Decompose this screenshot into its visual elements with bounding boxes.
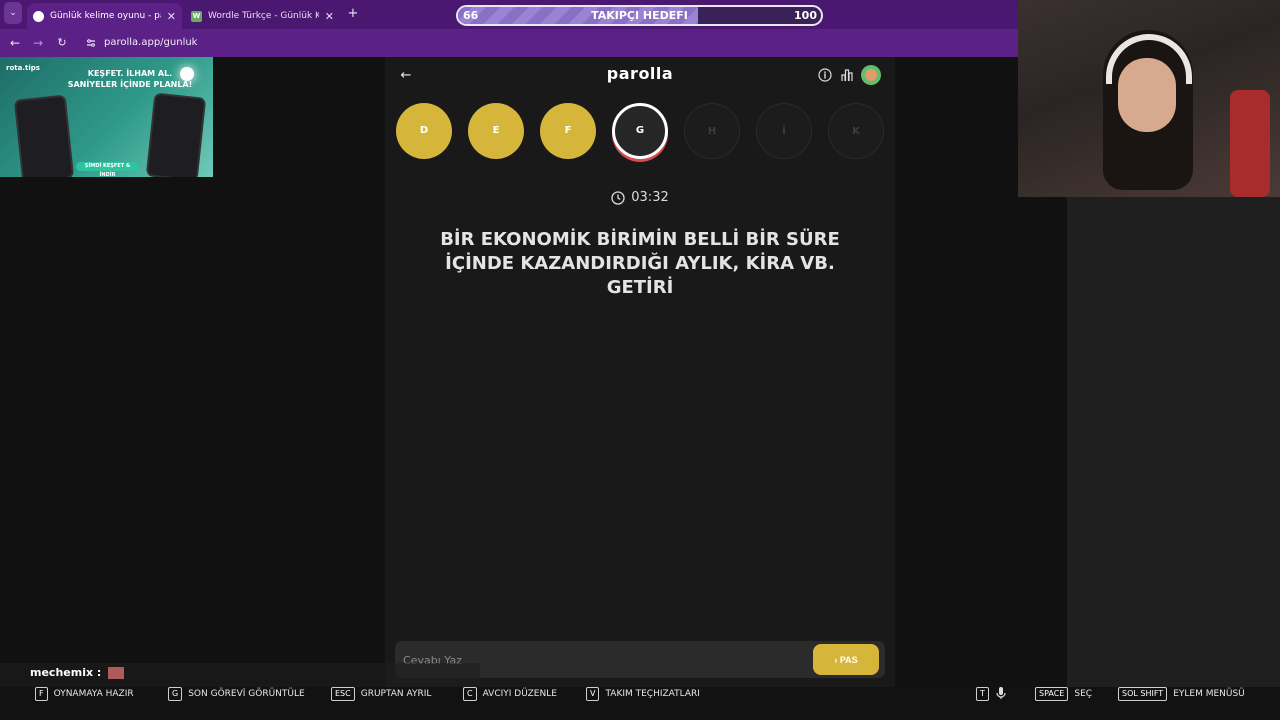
forward-icon[interactable]: → bbox=[29, 29, 47, 57]
key-label: SEÇ bbox=[1074, 689, 1093, 699]
microphone-icon bbox=[995, 686, 1007, 703]
letter-circle-e: E bbox=[468, 103, 524, 159]
new-tab-button[interactable]: + bbox=[344, 0, 362, 28]
keybind-c: C AVCIYI DÜZENLE bbox=[463, 687, 557, 701]
glow-decoration bbox=[180, 67, 194, 81]
key-cap: G bbox=[168, 687, 183, 701]
keybind-esc: ESC GRUPTAN AYRIL bbox=[331, 687, 431, 701]
key-label: AVCIYI DÜZENLE bbox=[482, 689, 557, 699]
pass-button[interactable]: › PAS bbox=[813, 644, 879, 675]
parolla-favicon-icon bbox=[33, 10, 44, 22]
wordle-favicon-icon: W bbox=[191, 10, 202, 22]
key-label: TAKIM TEÇHIZATLARI bbox=[605, 689, 700, 699]
key-cap: V bbox=[586, 687, 600, 701]
letter-circle-f: F bbox=[540, 103, 596, 159]
webcam-feed bbox=[1018, 0, 1280, 197]
back-icon[interactable]: ← bbox=[6, 29, 24, 57]
follower-goal-bar: 66 TAKIPÇI HEDEFI 100 bbox=[456, 5, 823, 26]
key-label: GRUPTAN AYRIL bbox=[360, 689, 432, 699]
stats-icon[interactable] bbox=[840, 68, 854, 82]
tab-wordle[interactable]: W Wordle Türkçe - Günlük Kelime ✕ bbox=[185, 3, 340, 29]
tab-parolla[interactable]: Günlük kelime oyunu - parolla ✕ bbox=[27, 3, 182, 29]
chevron-right-icon: › bbox=[834, 655, 838, 665]
emote-icon bbox=[108, 667, 125, 679]
keybind-t: T bbox=[976, 686, 1007, 703]
close-tab-icon[interactable]: ✕ bbox=[167, 10, 176, 23]
key-cap: SOL SHIFT bbox=[1118, 687, 1168, 701]
url-field[interactable]: parolla.app/gunluk bbox=[86, 34, 686, 52]
ad-cta-button[interactable]: ŞİMDİ KEŞFET & İNDİR bbox=[76, 162, 139, 177]
letter-circle-d: D bbox=[396, 103, 452, 159]
back-arrow-icon[interactable]: ← bbox=[397, 62, 415, 90]
ad-brand: rota.tips bbox=[6, 64, 40, 72]
timer: 03:32 bbox=[590, 190, 690, 205]
tab-search-button[interactable]: ⌄ bbox=[4, 2, 22, 24]
site-info-icon[interactable] bbox=[86, 38, 96, 48]
tab-title: Wordle Türkçe - Günlük Kelime bbox=[208, 11, 319, 21]
clock-icon bbox=[611, 190, 625, 205]
timer-value: 03:32 bbox=[631, 190, 669, 205]
key-cap: SPACE bbox=[1035, 687, 1069, 701]
letter-circle-k: K bbox=[828, 103, 884, 159]
url-text: parolla.app/gunluk bbox=[104, 37, 198, 48]
goal-target: 100 bbox=[794, 9, 817, 22]
key-label: SON GÖREVİ GÖRÜNTÜLE bbox=[188, 689, 305, 699]
close-tab-icon[interactable]: ✕ bbox=[325, 10, 334, 23]
letter-circle-h: H bbox=[684, 103, 740, 159]
phone-mockup-image bbox=[145, 92, 207, 177]
tab-title: Günlük kelime oyunu - parolla bbox=[50, 11, 161, 21]
key-label: OYNAMAYA HAZIR bbox=[53, 689, 134, 699]
key-cap: T bbox=[976, 687, 989, 701]
letter-circle-g: G bbox=[612, 103, 668, 159]
key-label: EYLEM MENÜSÜ bbox=[1173, 689, 1245, 699]
chat-username-text: mechemix : bbox=[30, 666, 102, 679]
keybind-g: G SON GÖREVİ GÖRÜNTÜLE bbox=[168, 687, 305, 701]
key-cap: C bbox=[463, 687, 477, 701]
keybind-space: SPACE SEÇ bbox=[1035, 687, 1092, 701]
chat-username: mechemix : bbox=[30, 666, 125, 679]
phone-mockup-image bbox=[13, 94, 75, 177]
side-panel bbox=[1067, 197, 1280, 687]
letter-circle-i̇: İ bbox=[756, 103, 812, 159]
key-cap: ESC bbox=[331, 687, 355, 701]
keybind-v: V TAKIM TEÇHIZATLARI bbox=[586, 687, 700, 701]
info-icon[interactable] bbox=[818, 68, 832, 82]
keybind-f: F OYNAMAYA HAZIR bbox=[35, 687, 134, 701]
goal-label: TAKIPÇI HEDEFI bbox=[591, 9, 688, 22]
parolla-logo: parolla bbox=[606, 64, 674, 83]
pass-label: PAS bbox=[839, 655, 858, 665]
ad-banner[interactable]: rota.tips KEŞFET. İLHAM AL. SANİYELER İÇ… bbox=[0, 57, 213, 177]
keybind-sol-shift: SOL SHIFT EYLEM MENÜSÜ bbox=[1118, 687, 1245, 701]
reload-icon[interactable]: ↻ bbox=[53, 29, 71, 57]
key-cap: F bbox=[35, 687, 48, 701]
question-text: BİR EKONOMİK BİRİMİN BELLİ BİR SÜRE İÇİN… bbox=[440, 229, 840, 298]
avatar[interactable] bbox=[861, 65, 881, 85]
